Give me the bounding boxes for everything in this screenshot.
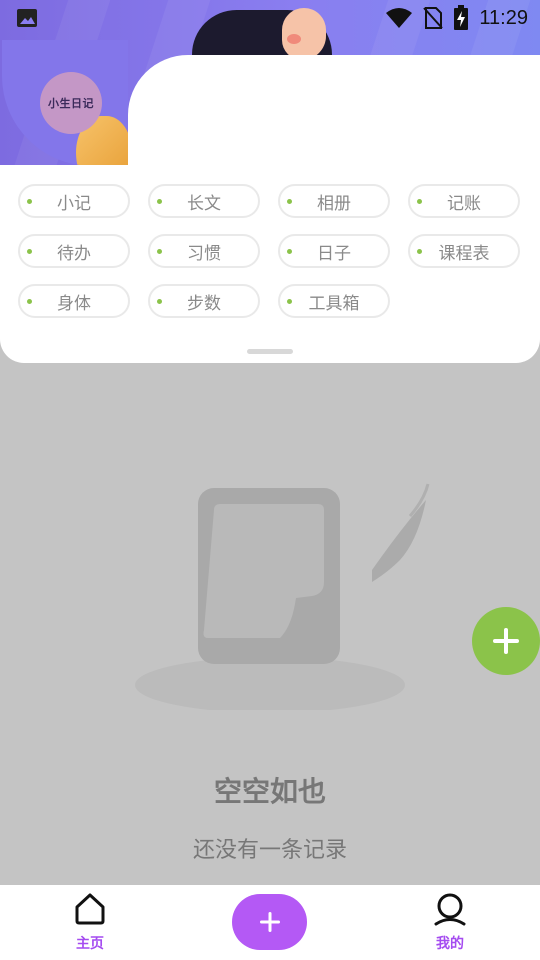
category-sheet: 小记 长文 相册 记账 待办 习惯 日子 课程表 身体 步数 工具箱 — [0, 165, 540, 363]
chip-dot — [417, 199, 422, 204]
chip-article[interactable]: 长文 — [148, 184, 260, 218]
chip-dot — [157, 299, 162, 304]
drag-handle[interactable] — [247, 349, 293, 354]
chip-todo[interactable]: 待办 — [18, 234, 130, 268]
chip-dot — [157, 249, 162, 254]
battery-charging-icon — [454, 5, 469, 30]
chip-dot — [27, 199, 32, 204]
home-icon — [75, 893, 105, 925]
chip-days[interactable]: 日子 — [278, 234, 390, 268]
category-chips: 小记 长文 相册 记账 待办 习惯 日子 课程表 身体 步数 工具箱 — [18, 184, 538, 318]
user-icon — [434, 893, 466, 926]
image-icon — [17, 9, 37, 27]
chip-dot — [287, 199, 292, 204]
chip-label: 工具箱 — [308, 293, 360, 314]
center-add-button[interactable] — [232, 894, 307, 950]
chip-label: 课程表 — [438, 243, 490, 264]
chip-label: 步数 — [187, 293, 221, 314]
chip-toolbox[interactable]: 工具箱 — [278, 284, 390, 318]
empty-subtitle: 还没有一条记录 — [192, 838, 347, 863]
plus-icon — [493, 628, 519, 654]
chip-accounting[interactable]: 记账 — [408, 184, 520, 218]
chip-dot — [27, 249, 32, 254]
chip-steps[interactable]: 步数 — [148, 284, 260, 318]
chip-dot — [157, 199, 162, 204]
chip-label: 小记 — [57, 193, 91, 214]
chip-dot — [287, 249, 292, 254]
wifi-icon — [386, 8, 413, 28]
bottom-navigation: 主页 我的 — [0, 885, 540, 960]
chip-album[interactable]: 相册 — [278, 184, 390, 218]
no-sim-icon — [423, 7, 444, 29]
avatar-text: 小生日记 — [48, 97, 94, 110]
add-floating-button[interactable] — [472, 607, 540, 675]
chip-body[interactable]: 身体 — [18, 284, 130, 318]
nav-home[interactable]: 主页 — [45, 891, 135, 953]
avatar[interactable]: 小生日记 — [40, 72, 102, 134]
chip-label: 习惯 — [187, 243, 221, 264]
empty-title: 空空如也 — [213, 775, 326, 808]
nav-home-label: 主页 — [76, 936, 104, 952]
status-bar: 11:29 — [0, 0, 540, 36]
chip-habit[interactable]: 习惯 — [148, 234, 260, 268]
nav-mine[interactable]: 我的 — [405, 891, 495, 953]
chip-dot — [27, 299, 32, 304]
chip-label: 待办 — [57, 243, 91, 264]
chip-label: 长文 — [187, 193, 221, 214]
chip-label: 日子 — [317, 243, 351, 264]
chip-timetable[interactable]: 课程表 — [408, 234, 520, 268]
plus-icon — [259, 912, 280, 932]
chip-label: 相册 — [317, 193, 351, 214]
chip-label: 记账 — [447, 193, 481, 214]
chip-dot — [417, 249, 422, 254]
nav-mine-label: 我的 — [436, 936, 464, 952]
chip-dot — [287, 299, 292, 304]
empty-notebook-illustration — [135, 483, 430, 710]
chip-note[interactable]: 小记 — [18, 184, 130, 218]
chip-label: 身体 — [57, 293, 91, 314]
status-time: 11:29 — [479, 6, 528, 29]
